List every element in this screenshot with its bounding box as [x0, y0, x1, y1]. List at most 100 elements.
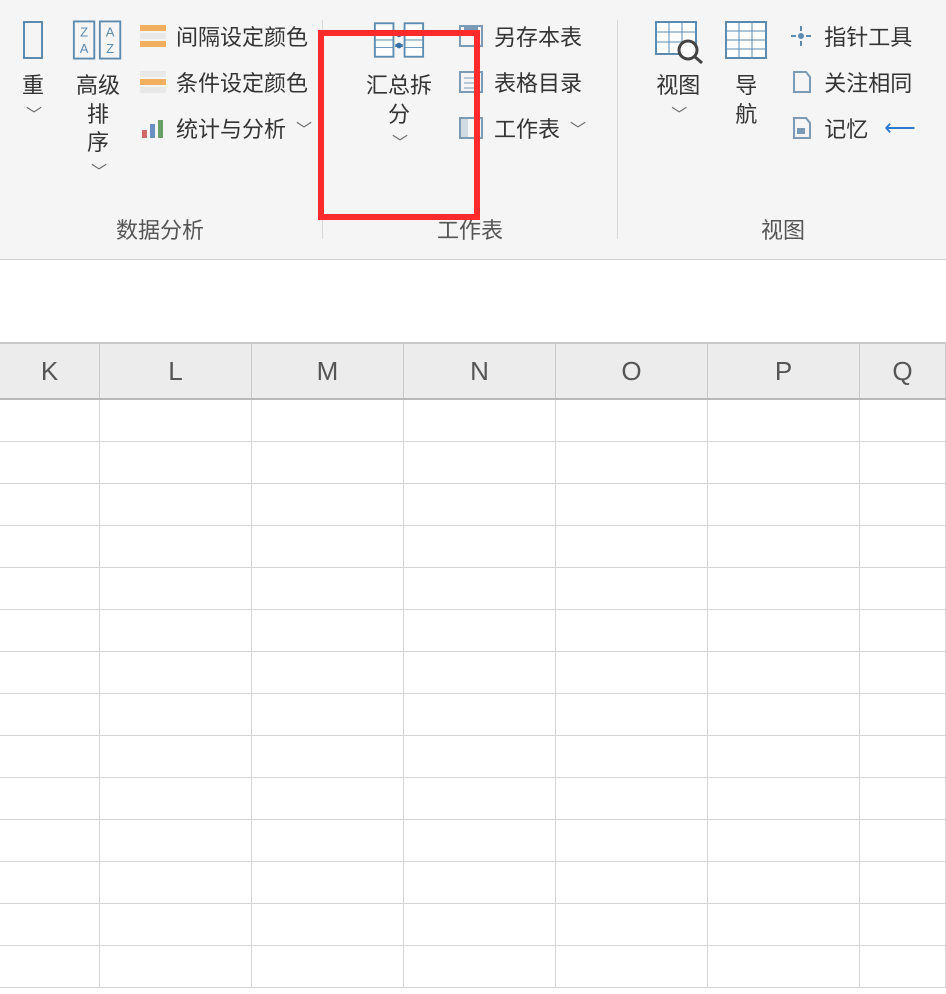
column-header-K[interactable]: K	[0, 344, 100, 398]
summary-split-button[interactable]: 汇总拆 分 ﹀	[348, 8, 450, 159]
cell[interactable]	[860, 652, 946, 693]
cell[interactable]	[0, 736, 100, 777]
resort-button[interactable]: 重 ﹀	[2, 8, 64, 131]
condition-color-button[interactable]: 条件设定颜色	[136, 62, 314, 102]
cell[interactable]	[708, 652, 860, 693]
cell[interactable]	[252, 400, 404, 441]
cell[interactable]	[0, 904, 100, 945]
cell[interactable]	[0, 694, 100, 735]
cell[interactable]	[404, 904, 556, 945]
cell[interactable]	[0, 946, 100, 987]
cell[interactable]	[860, 694, 946, 735]
cell[interactable]	[100, 820, 252, 861]
cell[interactable]	[404, 526, 556, 567]
cell[interactable]	[556, 484, 708, 525]
cell[interactable]	[708, 778, 860, 819]
cell[interactable]	[708, 904, 860, 945]
save-as-table-button[interactable]: 另存本表	[454, 16, 588, 56]
pointer-tool-button[interactable]: 指针工具	[784, 16, 918, 56]
cell[interactable]	[708, 484, 860, 525]
column-header-O[interactable]: O	[556, 344, 708, 398]
cell[interactable]	[0, 652, 100, 693]
cell[interactable]	[100, 946, 252, 987]
cell[interactable]	[860, 820, 946, 861]
cell[interactable]	[252, 652, 404, 693]
cell[interactable]	[252, 442, 404, 483]
cell[interactable]	[0, 484, 100, 525]
cell[interactable]	[100, 652, 252, 693]
cell[interactable]	[860, 400, 946, 441]
cell[interactable]	[252, 694, 404, 735]
cell[interactable]	[556, 946, 708, 987]
cell[interactable]	[252, 820, 404, 861]
cell[interactable]	[252, 862, 404, 903]
cell[interactable]	[556, 610, 708, 651]
cell[interactable]	[708, 946, 860, 987]
cell[interactable]	[100, 904, 252, 945]
cell[interactable]	[100, 484, 252, 525]
worksheet-menu-button[interactable]: 工作表 ﹀	[454, 108, 588, 148]
cell[interactable]	[252, 526, 404, 567]
cell[interactable]	[404, 694, 556, 735]
cell[interactable]	[0, 526, 100, 567]
memory-button[interactable]: 记忆 ⟵	[784, 108, 918, 148]
column-header-Q[interactable]: Q	[860, 344, 946, 398]
view-button[interactable]: 视图 ﹀	[644, 8, 712, 131]
table-toc-button[interactable]: 表格目录	[454, 62, 588, 102]
cell[interactable]	[556, 442, 708, 483]
cell[interactable]	[860, 946, 946, 987]
cell[interactable]	[252, 484, 404, 525]
cell[interactable]	[252, 946, 404, 987]
cell[interactable]	[860, 442, 946, 483]
advanced-sort-button[interactable]: Z A A Z 高级排 序 ﹀	[64, 8, 132, 188]
cell[interactable]	[0, 610, 100, 651]
navigate-button[interactable]: 导 航	[712, 8, 780, 135]
cell[interactable]	[404, 652, 556, 693]
cell[interactable]	[556, 736, 708, 777]
cell[interactable]	[100, 736, 252, 777]
cell[interactable]	[556, 778, 708, 819]
cell[interactable]	[404, 442, 556, 483]
cell[interactable]	[556, 400, 708, 441]
cell[interactable]	[860, 862, 946, 903]
cell[interactable]	[404, 946, 556, 987]
cell[interactable]	[860, 778, 946, 819]
cell[interactable]	[404, 400, 556, 441]
cell[interactable]	[556, 526, 708, 567]
focus-same-button[interactable]: 关注相同	[784, 62, 918, 102]
cell[interactable]	[860, 484, 946, 525]
cell[interactable]	[100, 778, 252, 819]
cell[interactable]	[100, 862, 252, 903]
cell[interactable]	[708, 526, 860, 567]
cell[interactable]	[404, 862, 556, 903]
cell[interactable]	[556, 568, 708, 609]
cell[interactable]	[404, 610, 556, 651]
cell[interactable]	[0, 400, 100, 441]
cell[interactable]	[556, 904, 708, 945]
cell[interactable]	[860, 736, 946, 777]
cell[interactable]	[556, 820, 708, 861]
cell[interactable]	[252, 904, 404, 945]
cell[interactable]	[860, 526, 946, 567]
cell[interactable]	[708, 820, 860, 861]
cell[interactable]	[708, 694, 860, 735]
cell[interactable]	[860, 610, 946, 651]
cell[interactable]	[860, 568, 946, 609]
cell[interactable]	[252, 736, 404, 777]
cell[interactable]	[100, 526, 252, 567]
cell[interactable]	[404, 778, 556, 819]
cell[interactable]	[0, 820, 100, 861]
cell[interactable]	[0, 442, 100, 483]
cell[interactable]	[708, 400, 860, 441]
cell[interactable]	[252, 778, 404, 819]
cell[interactable]	[708, 568, 860, 609]
column-header-M[interactable]: M	[252, 344, 404, 398]
cell[interactable]	[0, 778, 100, 819]
cell[interactable]	[708, 736, 860, 777]
cell[interactable]	[404, 568, 556, 609]
cell[interactable]	[708, 862, 860, 903]
cell[interactable]	[100, 694, 252, 735]
formula-bar-area[interactable]	[0, 260, 946, 344]
cell[interactable]	[252, 568, 404, 609]
cell[interactable]	[860, 904, 946, 945]
